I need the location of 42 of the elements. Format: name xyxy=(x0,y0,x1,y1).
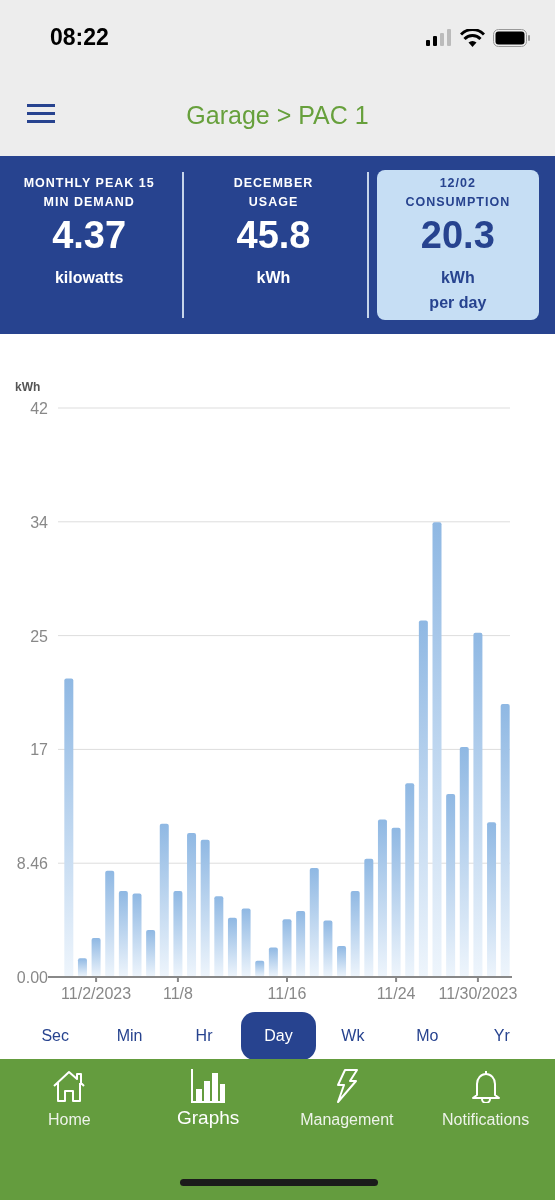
bar xyxy=(77,958,87,977)
bar xyxy=(255,960,265,977)
bell-icon xyxy=(470,1069,501,1103)
y-tick-label: 8.46 xyxy=(16,855,48,873)
bar-chart-icon xyxy=(190,1069,227,1103)
bar xyxy=(337,946,347,977)
lightning-icon xyxy=(334,1069,359,1103)
bar xyxy=(241,908,251,977)
status-time: 08:22 xyxy=(50,24,109,51)
range-tab[interactable]: Mo xyxy=(390,1012,465,1060)
range-tab[interactable]: Sec xyxy=(18,1012,93,1060)
y-tick-label: 0.00 xyxy=(16,969,48,986)
bar xyxy=(323,920,333,977)
y-tick-label: 25 xyxy=(30,627,48,645)
bar xyxy=(282,919,292,977)
signal-icon xyxy=(426,29,452,46)
bar xyxy=(227,917,237,977)
x-tick-label: 11/2/2023 xyxy=(61,985,132,1002)
range-tab[interactable]: Day xyxy=(241,1012,316,1060)
x-tick-label: 11/30/2023 xyxy=(438,985,518,1002)
wifi-icon xyxy=(460,28,485,47)
stat-card[interactable]: DECEMBER USAGE 45.8 kWh xyxy=(192,170,355,320)
y-tick-label: 34 xyxy=(30,513,48,531)
y-tick-label: 17 xyxy=(30,741,48,759)
menu-button[interactable] xyxy=(27,103,55,125)
y-tick-label: 42 xyxy=(30,400,48,417)
range-tab[interactable]: Hr xyxy=(166,1012,242,1060)
battery-icon xyxy=(493,28,531,47)
stat-card[interactable]: MONTHLY PEAK 15 MIN DEMAND 4.37 kilowatts xyxy=(8,170,171,320)
range-tab[interactable]: Yr xyxy=(464,1012,539,1060)
bar xyxy=(268,947,278,977)
bar xyxy=(146,929,156,977)
stat-card[interactable]: 12/02 CONSUMPTION 20.3 kWh per day xyxy=(376,170,539,320)
x-tick-label: 11/16 xyxy=(267,985,307,1002)
y-axis-label: kWh xyxy=(15,380,41,394)
x-tick-label: 11/8 xyxy=(162,985,193,1002)
bar xyxy=(91,938,101,977)
range-tab[interactable]: Wk xyxy=(315,1012,391,1060)
range-tab[interactable]: Min xyxy=(92,1012,167,1060)
page-title: Garage > PAC 1 xyxy=(186,101,369,130)
bar xyxy=(296,911,306,977)
x-tick-label: 11/24 xyxy=(376,985,416,1002)
